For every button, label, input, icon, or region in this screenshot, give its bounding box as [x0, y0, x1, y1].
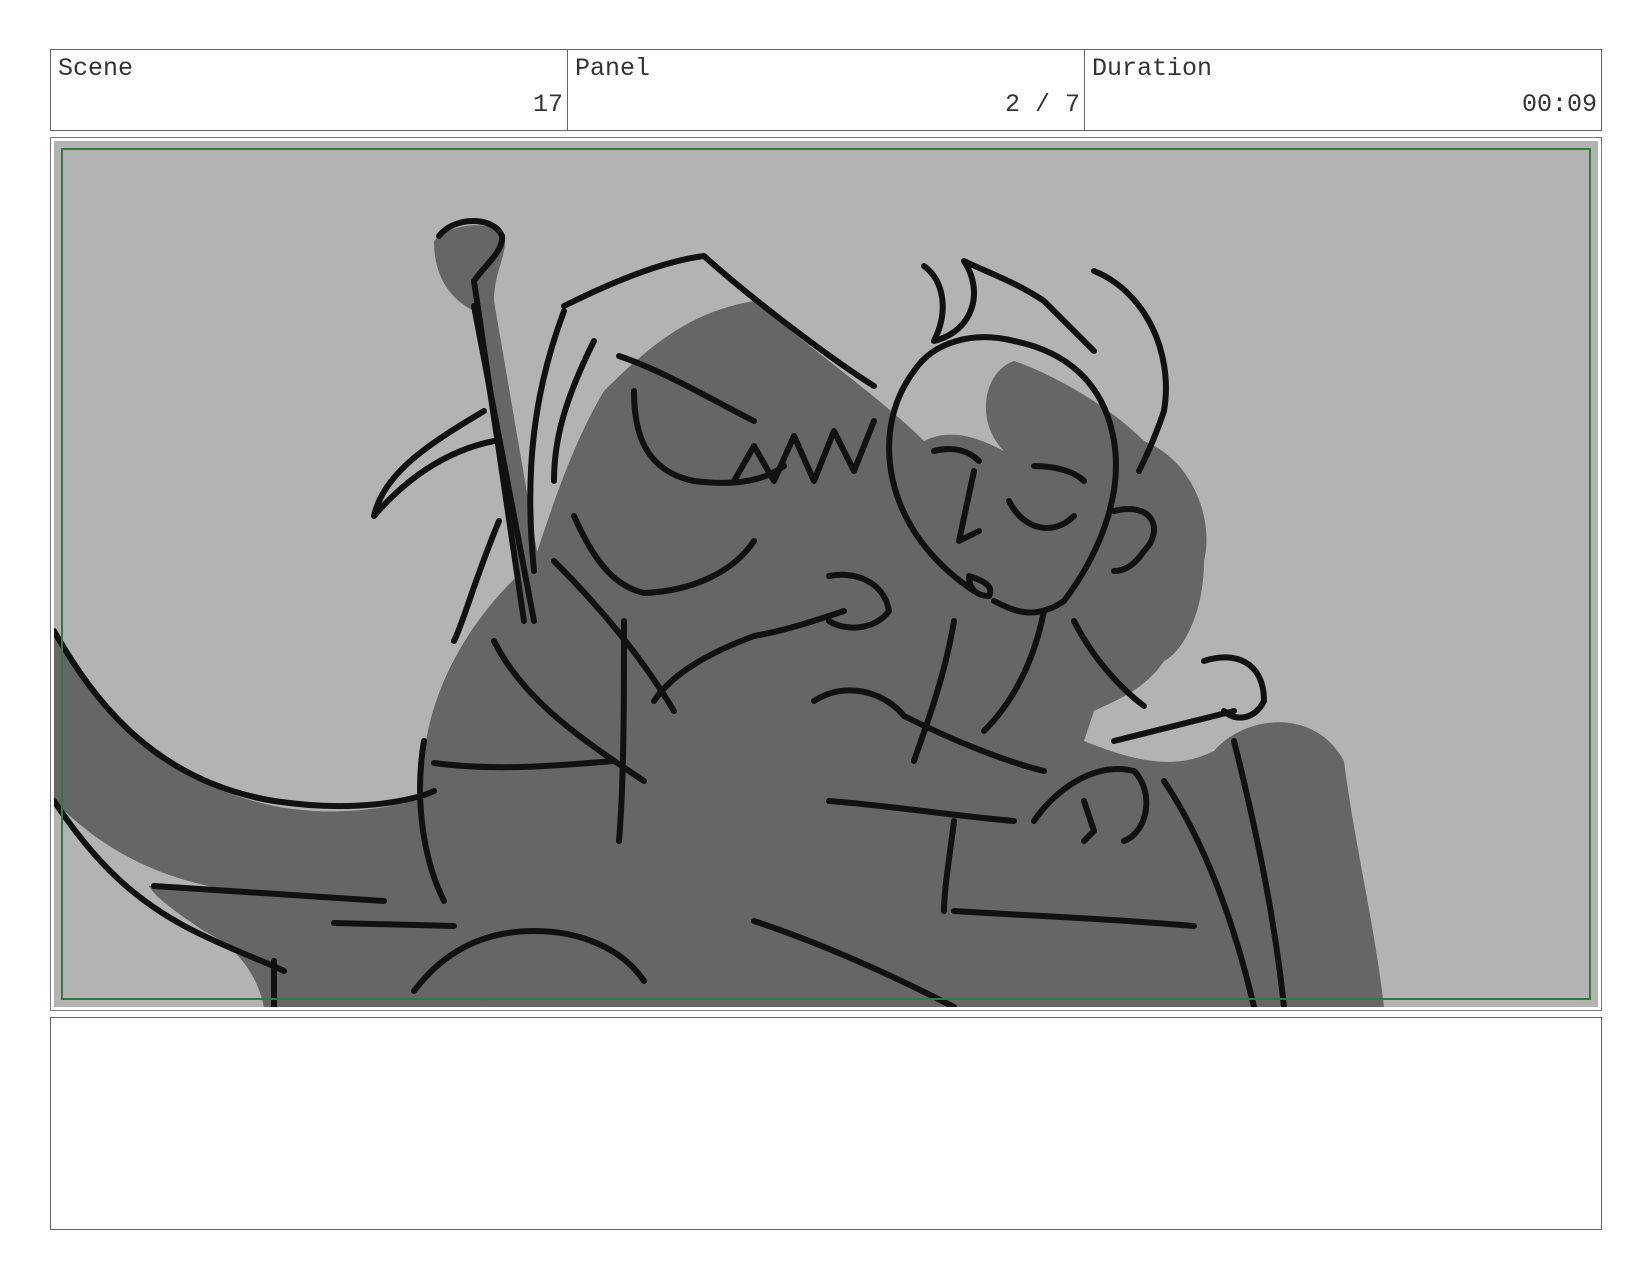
panel-info-header: Scene 17 Panel 2 / 7 Duration 00:09 [50, 49, 1602, 131]
scene-number: 17 [532, 90, 563, 119]
duration-value: 00:09 [1521, 90, 1597, 119]
panel-notes-area[interactable] [50, 1017, 1602, 1230]
duration-cell: Duration 00:09 [1085, 50, 1601, 130]
panel-cell: Panel 2 / 7 [568, 50, 1085, 130]
tail-spike-2 [331, 920, 457, 929]
panel-number: 2 / 7 [1004, 90, 1080, 119]
scene-label: Scene [58, 54, 134, 83]
panel-label: Panel [575, 54, 651, 83]
storyboard-sketch [54, 141, 1598, 1007]
storyboard-frame [50, 137, 1602, 1011]
scene-cell: Scene 17 [51, 50, 568, 130]
duration-label: Duration [1092, 54, 1213, 83]
